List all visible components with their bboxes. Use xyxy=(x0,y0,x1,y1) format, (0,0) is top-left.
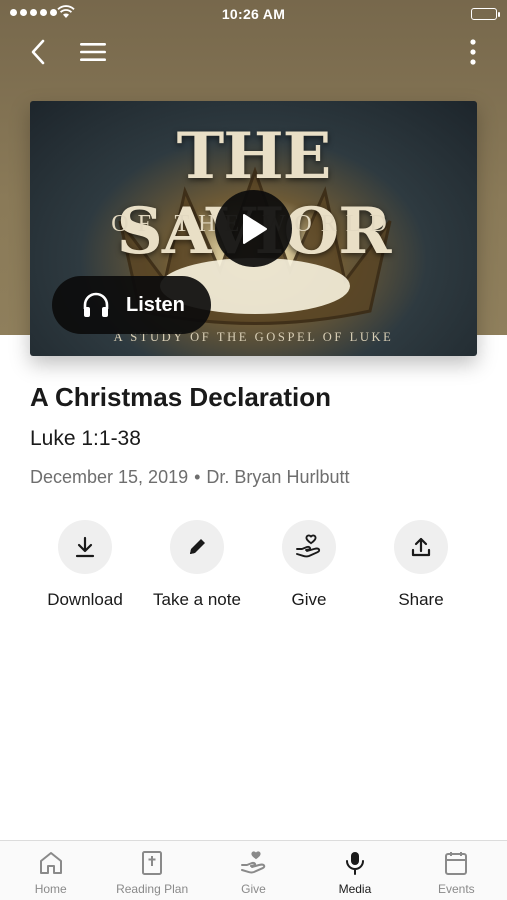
tab-events[interactable]: Events xyxy=(406,841,507,900)
give-heart-icon xyxy=(240,851,265,874)
home-icon xyxy=(39,852,62,874)
back-button[interactable] xyxy=(22,36,54,68)
sermon-title: A Christmas Declaration xyxy=(30,382,332,412)
tab-reading-plan[interactable]: Reading Plan xyxy=(101,841,202,900)
scripture-reference: Luke 1:1-38 xyxy=(30,427,141,450)
give-label: Give xyxy=(291,590,327,609)
tab-media[interactable]: Media xyxy=(304,841,405,900)
share-button[interactable]: Share xyxy=(365,520,477,610)
take-note-label: Take a note xyxy=(153,590,241,609)
note-icon-circle xyxy=(170,520,224,574)
more-options-button[interactable] xyxy=(463,36,483,68)
battery-icon xyxy=(471,8,500,20)
status-time: 10:26 AM xyxy=(221,6,286,22)
bible-icon xyxy=(142,851,163,875)
give-icon-circle xyxy=(282,520,336,574)
tab-home[interactable]: Home xyxy=(0,841,101,900)
calendar-icon xyxy=(445,852,468,875)
download-label: Download xyxy=(47,590,123,609)
share-icon xyxy=(411,537,431,557)
tab-label-media: Media xyxy=(338,882,372,896)
hamburger-menu-icon xyxy=(80,43,106,61)
tab-label-events: Events xyxy=(437,882,475,896)
more-vertical-icon xyxy=(470,39,476,65)
play-button[interactable] xyxy=(215,190,292,267)
pencil-icon xyxy=(190,539,205,554)
download-icon xyxy=(75,536,95,558)
sermon-speaker: Dr. Bryan Hurlbutt xyxy=(206,467,350,487)
menu-button[interactable] xyxy=(76,36,110,68)
tab-label-home: Home xyxy=(34,882,67,896)
sermon-meta: December 15, 2019 • Dr. Bryan Hurlbutt xyxy=(30,467,349,488)
share-icon-circle xyxy=(394,520,448,574)
sermon-date: December 15, 2019 xyxy=(30,467,189,487)
chevron-left-icon xyxy=(31,39,45,65)
tab-give[interactable]: Give xyxy=(203,841,304,900)
share-label: Share xyxy=(398,590,444,609)
tab-label-give: Give xyxy=(241,882,266,896)
listen-button[interactable]: Listen xyxy=(52,276,211,334)
status-bar: 10:26 AM xyxy=(0,0,507,28)
download-icon-circle xyxy=(58,520,112,574)
download-button[interactable]: Download xyxy=(29,520,141,610)
take-note-button[interactable]: Take a note xyxy=(141,520,253,610)
give-button[interactable]: Give xyxy=(253,520,365,610)
listen-label: Listen xyxy=(126,293,185,316)
give-heart-icon xyxy=(296,534,321,558)
bottom-tab-bar: Home Reading Plan Give Media Events xyxy=(0,840,507,900)
play-icon xyxy=(242,213,267,244)
meta-separator: • xyxy=(194,467,201,487)
microphone-icon xyxy=(345,852,364,875)
headphones-icon xyxy=(83,292,109,317)
tab-label-reading-plan: Reading Plan xyxy=(116,882,189,896)
